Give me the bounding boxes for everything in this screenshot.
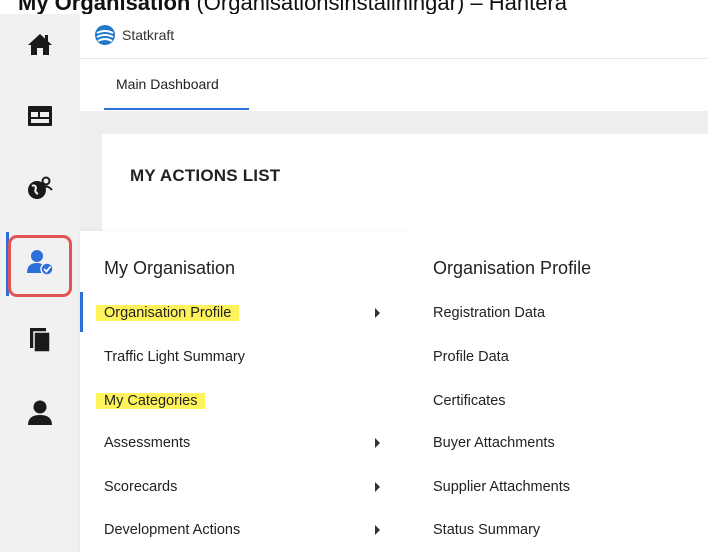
menu-item-organisation-profile[interactable]: Organisation Profile xyxy=(96,298,240,328)
globe-people-icon[interactable] xyxy=(24,172,56,204)
top-bar: Statkraft xyxy=(80,14,708,59)
submenu-item-status-summary[interactable]: Status Summary xyxy=(433,515,540,545)
user-icon[interactable] xyxy=(24,397,56,429)
submenu-item-registration-data[interactable]: Registration Data xyxy=(433,298,545,328)
logo-text: Statkraft xyxy=(122,27,175,43)
menu-item-label: My Categories xyxy=(96,393,206,409)
dashboard-icon[interactable] xyxy=(24,100,56,132)
caption-rest: (Organisationsinställningar) – Hantera xyxy=(190,0,567,15)
submenu-item-profile-data[interactable]: Profile Data xyxy=(433,342,509,372)
documents-icon[interactable] xyxy=(24,324,56,356)
caption-text: My Organisation (Organisationsinställnin… xyxy=(18,0,567,15)
home-icon[interactable] xyxy=(24,28,56,60)
logo-icon xyxy=(95,25,115,45)
menu-item-label: Assessments xyxy=(104,435,191,451)
menu-item-assessments[interactable]: Assessments xyxy=(104,428,190,458)
nav-tabs: Main Dashboard xyxy=(80,59,708,111)
menu-item-label: Development Actions xyxy=(104,522,241,538)
submenu-item-certificates[interactable]: Certificates xyxy=(433,386,506,416)
menu-heading: My Organisation xyxy=(104,258,236,278)
chevron-right-icon xyxy=(375,438,380,448)
tab-main-dashboard[interactable]: Main Dashboard xyxy=(104,73,231,109)
submenu-item-buyer-attachments[interactable]: Buyer Attachments xyxy=(433,428,555,458)
menu-item-label: Traffic Light Summary xyxy=(104,349,246,365)
statkraft-logo[interactable]: Statkraft xyxy=(94,22,174,48)
menu-item-scorecards[interactable]: Scorecards xyxy=(104,472,177,502)
organisation-profile-submenu: Organisation Profile Registration Data P… xyxy=(408,231,708,552)
submenu-item-supplier-attachments[interactable]: Supplier Attachments xyxy=(433,472,570,502)
chevron-right-icon xyxy=(375,308,380,318)
submenu-heading: Organisation Profile xyxy=(433,258,592,278)
my-organisation-menu: My Organisation Organisation Profile Tra… xyxy=(80,231,408,552)
tab-active-underline xyxy=(104,108,249,110)
menu-item-label: Scorecards xyxy=(104,479,178,495)
menu-item-label: Organisation Profile xyxy=(96,305,240,321)
chevron-right-icon xyxy=(375,482,380,492)
card-title: MY ACTIONS LIST xyxy=(130,166,281,185)
menu-item-development-actions[interactable]: Development Actions xyxy=(104,515,240,545)
menu-item-traffic-light-summary[interactable]: Traffic Light Summary xyxy=(104,342,245,372)
menu-item-my-categories[interactable]: My Categories xyxy=(96,386,206,416)
caption-bold: My Organisation xyxy=(18,0,191,15)
sidebar-highlight-outline xyxy=(8,235,72,297)
menu-active-indicator xyxy=(80,292,83,332)
chevron-right-icon xyxy=(375,525,380,535)
